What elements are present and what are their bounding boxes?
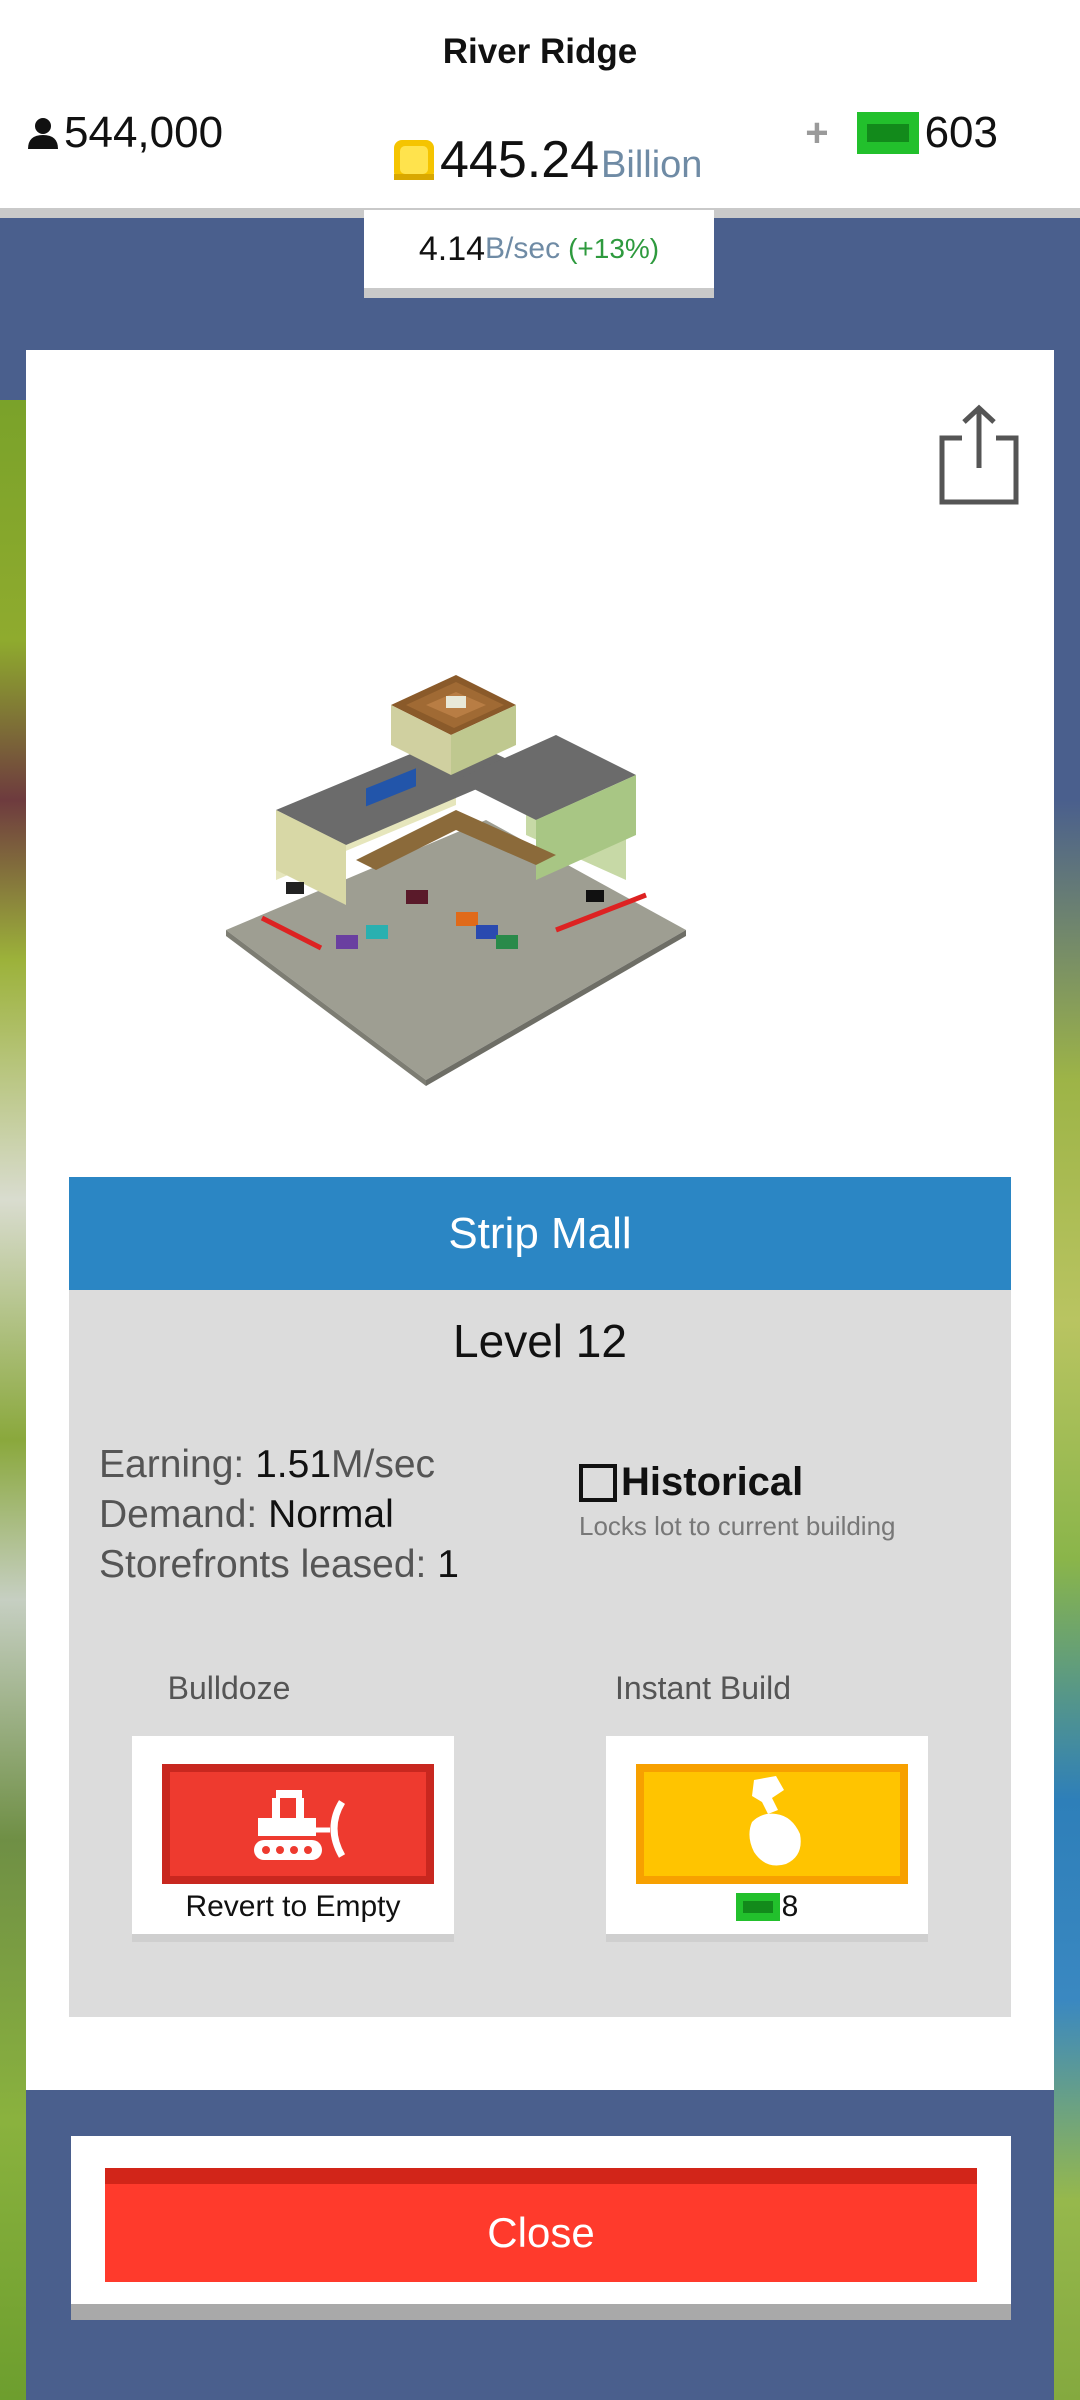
coins-unit: Billion (601, 144, 703, 186)
cash-value: 603 (924, 108, 998, 157)
bulldoze-caption: Revert to Empty (185, 1890, 401, 1923)
coins-value: 445.24 (440, 131, 600, 189)
coins-counter: 445.24 Billion (392, 130, 702, 190)
historical-toggle[interactable]: Historical Locks lot to current building (579, 1460, 959, 1542)
storefronts-row: Storefronts leased: 1 (99, 1540, 459, 1590)
storefronts-value: 1 (437, 1543, 459, 1586)
bulldozer-icon (254, 1790, 346, 1860)
close-button[interactable]: Close (105, 2168, 977, 2282)
historical-label: Historical (621, 1460, 804, 1504)
instant-build-cost: 8 (606, 1890, 928, 1924)
instant-build-cost-value: 8 (781, 1890, 799, 1923)
cash-counter: + 603 (805, 108, 998, 158)
earning-unit: M/sec (331, 1443, 436, 1486)
demand-value: Normal (268, 1493, 394, 1536)
building-info-panel: Level 12 Earning: 1.51M/sec Demand: Norm… (69, 1290, 1011, 2017)
population-value: 544,000 (64, 108, 224, 157)
add-cash-icon[interactable]: + (805, 111, 828, 156)
bulldoze-label: Bulldoze (167, 1670, 291, 1706)
share-icon[interactable] (934, 400, 1024, 510)
strip-mall-building-image (226, 675, 686, 1086)
bulldoze-card: Revert to Empty (132, 1736, 454, 1942)
earning-value: 1.51 (255, 1443, 332, 1486)
population-counter: 544,000 (26, 108, 223, 158)
earning-row: Earning: 1.51M/sec (99, 1440, 459, 1490)
rate-change: (+13%) (568, 233, 660, 264)
building-card: Strip Mall Level 12 Earning: 1.51M/sec D… (26, 350, 1054, 2090)
instant-build-label: Instant Build (614, 1670, 792, 1706)
demand-label: Demand: (99, 1493, 269, 1536)
top-hud: River Ridge 544,000 445.24 Billion + 603 (0, 0, 1080, 218)
instant-build-card: 8 (606, 1736, 928, 1942)
coin-icon (394, 140, 434, 180)
historical-description: Locks lot to current building (579, 1511, 896, 1541)
hammer-hand-icon (749, 1776, 801, 1866)
game-world-background-left (0, 400, 26, 2400)
historical-checkbox[interactable] (579, 1463, 617, 1502)
game-world-background-right (1054, 400, 1080, 2400)
city-name: River Ridge (442, 32, 638, 71)
bulldoze-button[interactable] (162, 1764, 434, 1884)
building-level: Level 12 (453, 1315, 627, 1367)
earning-label: Earning: (99, 1443, 256, 1486)
income-rate-tab: 4.14 B/sec (+13%) (364, 210, 714, 298)
storefronts-label: Storefronts leased: (99, 1543, 438, 1586)
cash-icon (735, 1893, 780, 1921)
close-button-container: Close (71, 2136, 1011, 2320)
historical-row[interactable]: Historical (579, 1460, 959, 1505)
building-stats: Earning: 1.51M/sec Demand: Normal Storef… (99, 1440, 459, 1590)
instant-build-button[interactable] (636, 1764, 908, 1884)
rate-unit: B/sec (485, 232, 561, 265)
person-icon (28, 118, 58, 149)
building-name-banner: Strip Mall (69, 1177, 1011, 1290)
demand-row: Demand: Normal (99, 1490, 459, 1540)
cash-icon (856, 112, 919, 154)
rate-value: 4.14 (418, 229, 486, 268)
